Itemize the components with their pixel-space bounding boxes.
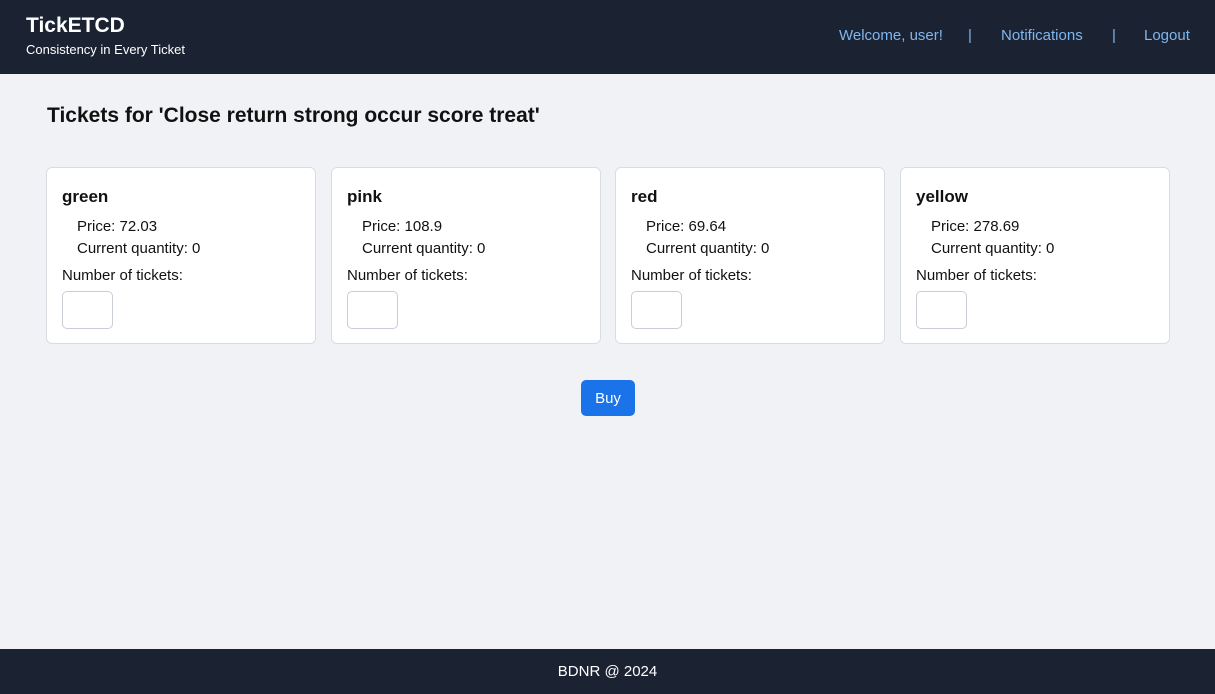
notifications-link[interactable]: Notifications: [1001, 27, 1083, 44]
ticket-name: yellow: [916, 187, 968, 206]
logout-link[interactable]: Logout: [1144, 27, 1190, 44]
buy-button[interactable]: Buy: [581, 380, 635, 416]
brand-tagline: Consistency in Every Ticket: [26, 42, 185, 57]
welcome-link[interactable]: Welcome, user!: [839, 27, 943, 44]
ticket-quantity: Current quantity: 0: [646, 240, 770, 257]
ticket-card-green: green Price: 72.03 Current quantity: 0 N…: [46, 167, 316, 344]
ticket-price: Price: 278.69: [931, 218, 1020, 235]
ticket-card-pink: pink Price: 108.9 Current quantity: 0 Nu…: [331, 167, 601, 344]
ticket-count-input[interactable]: [916, 291, 967, 329]
nav-separator: |: [968, 27, 972, 44]
ticket-quantity: Current quantity: 0: [931, 240, 1055, 257]
ticket-price: Price: 69.64: [646, 218, 727, 235]
ticket-card-red: red Price: 69.64 Current quantity: 0 Num…: [615, 167, 885, 344]
footer: BDNR @ 2024: [0, 649, 1215, 694]
ticket-name: pink: [347, 187, 382, 206]
ticket-count-label: Number of tickets:: [62, 267, 183, 284]
ticket-count-input[interactable]: [631, 291, 682, 329]
ticket-count-label: Number of tickets:: [631, 267, 752, 284]
nav-separator: |: [1112, 27, 1116, 44]
ticket-count-input[interactable]: [347, 291, 398, 329]
ticket-quantity: Current quantity: 0: [362, 240, 486, 257]
ticket-name: green: [62, 187, 109, 206]
ticket-count-label: Number of tickets:: [347, 267, 468, 284]
footer-text: BDNR @ 2024: [557, 663, 658, 680]
ticket-count-input[interactable]: [62, 291, 113, 329]
ticket-price: Price: 108.9: [362, 218, 443, 235]
ticket-name: red: [631, 187, 658, 206]
ticket-count-label: Number of tickets:: [916, 267, 1037, 284]
ticket-price: Price: 72.03: [77, 218, 158, 235]
page-title: Tickets for 'Close return strong occur s…: [47, 104, 540, 127]
top-header: TickETCD Consistency in Every Ticket Wel…: [0, 0, 1215, 74]
ticket-card-yellow: yellow Price: 278.69 Current quantity: 0…: [900, 167, 1170, 344]
brand-title[interactable]: TickETCD: [26, 14, 125, 38]
ticket-quantity: Current quantity: 0: [77, 240, 201, 257]
